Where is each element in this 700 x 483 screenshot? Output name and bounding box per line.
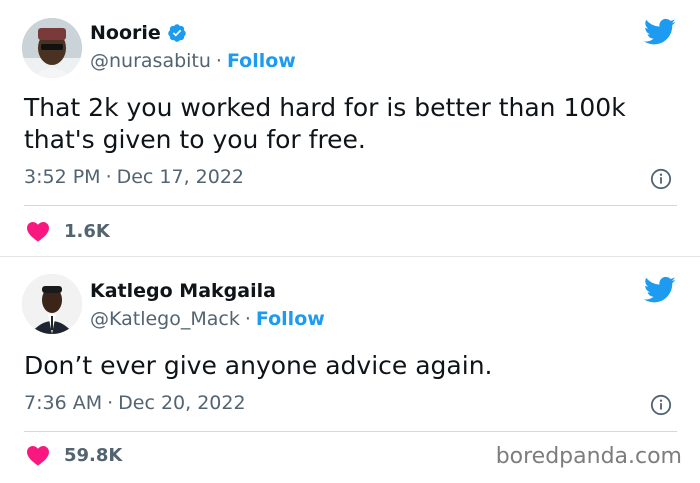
follow-link[interactable]: Follow [256,308,325,330]
watermark: boredpanda.com [495,444,682,469]
tweet-date: Dec 17, 2022 [116,166,245,188]
twitter-bird-icon[interactable] [644,276,676,304]
avatar[interactable] [22,18,82,78]
separator-dot: · [105,166,112,188]
info-icon[interactable] [650,394,672,416]
avatar-image [22,274,82,334]
tweet-time: 7:36 AM [24,392,103,414]
handle[interactable]: @Katlego_Mack [90,308,240,330]
like-button[interactable]: 1.6K [26,220,110,242]
handle-row: @Katlego_Mack · Follow [90,308,325,330]
twitter-bird-icon[interactable] [644,18,676,46]
timestamp[interactable]: 7:36 AM · Dec 20, 2022 [24,392,246,414]
handle-row: @nurasabitu · Follow [90,50,296,72]
tweet-date: Dec 20, 2022 [118,392,246,414]
avatar[interactable] [22,274,82,334]
heart-icon [27,222,49,242]
handle[interactable]: @nurasabitu [90,50,211,72]
card-divider [0,256,700,257]
author-row: Noorie [90,22,187,44]
info-icon[interactable] [650,168,672,190]
divider [24,205,677,206]
display-name[interactable]: Noorie [90,22,161,44]
separator-dot: · [215,50,222,72]
divider [24,431,677,432]
tweet-card: Noorie @nurasabitu · Follow That 2k you … [0,0,700,256]
tweet-time: 3:52 PM [24,166,101,188]
like-count: 1.6K [64,220,110,242]
follow-link[interactable]: Follow [227,50,296,72]
like-count: 59.8K [64,444,123,466]
heart-icon [27,446,49,466]
timestamp[interactable]: 3:52 PM · Dec 17, 2022 [24,166,244,188]
tweet-text: That 2k you worked hard for is better th… [24,93,626,154]
verified-badge-icon [168,24,186,42]
author-row: Katlego Makgaila [90,280,276,302]
separator-dot: · [244,308,251,330]
avatar-image [22,18,82,78]
display-name[interactable]: Katlego Makgaila [90,280,276,302]
tweet-text: Don’t ever give anyone advice again. [24,351,493,380]
separator-dot: · [107,392,114,414]
like-button[interactable]: 59.8K [26,444,122,466]
